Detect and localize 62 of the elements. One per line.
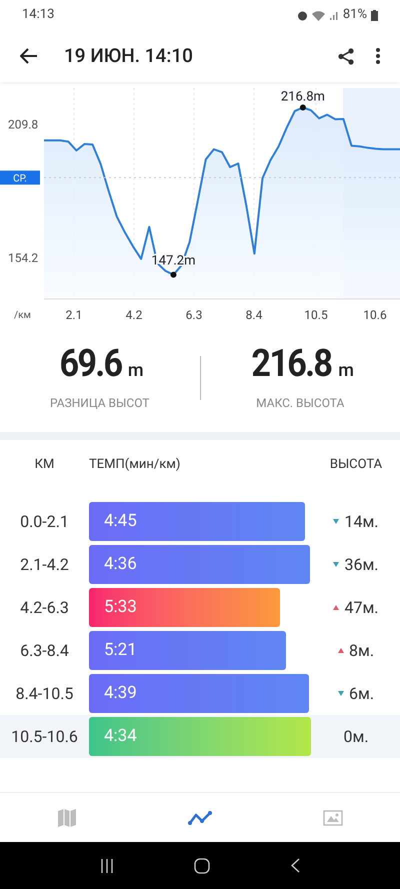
marker-dot: [300, 104, 306, 110]
down-triangle-icon: [338, 691, 344, 696]
stat-value: 69.6: [59, 344, 122, 382]
km-range: 6.3-8.4: [19, 640, 70, 662]
x-axis-label: 4.2: [126, 308, 142, 322]
x-axis-label: 10.6: [363, 308, 387, 322]
km-range: 4.2-6.3: [19, 596, 70, 618]
average-label: СР.: [13, 174, 27, 185]
up-triangle-icon: [333, 605, 340, 610]
battery-icon: [371, 10, 378, 20]
axis-unit-label: /км: [14, 310, 31, 321]
up-triangle-icon: [338, 648, 344, 653]
x-axis-label: 2.1: [66, 308, 82, 322]
stat-label: МАКС. ВЫСОТА: [256, 394, 344, 412]
x-axis-label: 8.4: [246, 308, 262, 322]
marker-label: 216.8m: [280, 89, 325, 104]
km-range: 8.4-10.5: [14, 682, 74, 704]
stat-label: РАЗНИЦА ВЫСОТ: [50, 394, 150, 412]
battery-percent: 81%: [342, 6, 367, 24]
elevation-change: 47м.: [344, 596, 379, 618]
pace-value: 4:39: [104, 682, 137, 705]
column-header: ВЫСОТА: [328, 456, 384, 474]
stat-unit: m: [128, 358, 144, 382]
status-time: 14:13: [22, 6, 54, 24]
map-icon: [56, 808, 77, 826]
wifi-icon: [312, 10, 325, 20]
marker-dot: [170, 272, 176, 278]
stat-unit: m: [338, 358, 354, 382]
recent-apps-icon: [100, 858, 112, 872]
pace-value: 4:36: [104, 552, 137, 576]
x-axis-label: 10.5: [304, 308, 328, 322]
y-tick-label: 209.8: [8, 117, 38, 132]
column-header: КМ: [34, 456, 56, 474]
km-range: 0.0-2.1: [19, 510, 70, 532]
back-arrow-icon: [20, 48, 38, 64]
image-icon: [323, 810, 344, 826]
back-icon: [290, 858, 300, 873]
split-row[interactable]: 10.5-10.6 4:34 0м.: [0, 715, 400, 758]
app-bar-title: 19 ИЮН. 14:10: [64, 42, 193, 69]
home-icon: [194, 858, 210, 874]
elevation-change: 0м.: [343, 726, 369, 748]
pace-value: 5:21: [104, 638, 137, 662]
signal-icon: [328, 10, 339, 20]
column-header: ТЕМП(мин/км): [89, 456, 182, 474]
elevation-change: 8м.: [348, 640, 374, 662]
stat-value: 216.8: [250, 344, 331, 382]
average-badge: [0, 170, 40, 185]
pace-value: 5:33: [104, 596, 137, 619]
y-tick-label: 154.2: [8, 250, 38, 265]
down-triangle-icon: [333, 519, 340, 524]
down-triangle-icon: [333, 562, 340, 567]
pace-value: 4:34: [104, 724, 137, 748]
elevation-change: 14м.: [344, 510, 379, 532]
elevation-change: 6м.: [348, 682, 374, 704]
share-icon: [338, 48, 354, 64]
km-range: 10.5-10.6: [10, 726, 79, 748]
line-chart-icon: [188, 810, 212, 824]
x-axis-label: 6.3: [186, 308, 202, 322]
km-range: 2.1-4.2: [19, 554, 70, 576]
pace-value: 4:45: [104, 510, 137, 533]
elevation-change: 36м.: [344, 554, 379, 576]
more-options-icon: [376, 48, 380, 64]
